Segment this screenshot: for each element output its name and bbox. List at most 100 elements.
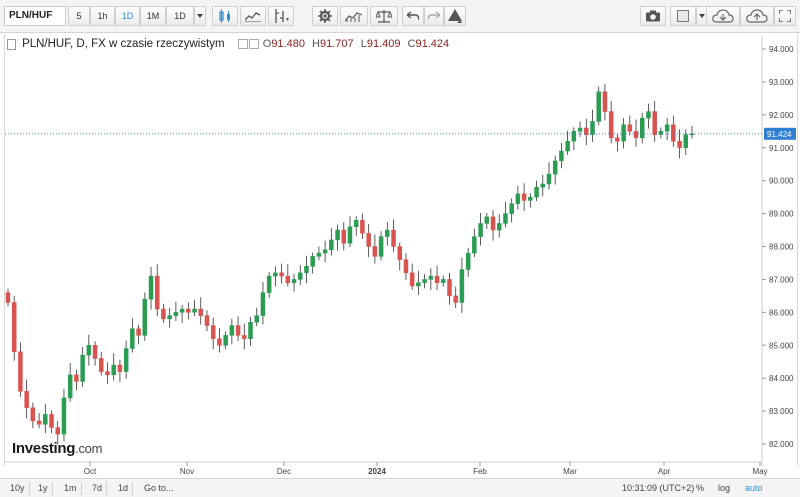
percent-toggle[interactable]: %	[696, 482, 704, 495]
candle-body	[198, 308, 204, 316]
candle-body	[310, 256, 315, 267]
candle-body	[30, 407, 36, 422]
candle-body	[111, 364, 116, 376]
candle-body	[80, 354, 85, 382]
clock-readout: 10:31:09 (UTC+2)	[622, 483, 695, 493]
candle-body	[254, 315, 259, 323]
x-tick-label: 2024	[368, 467, 386, 476]
candle-body	[248, 321, 253, 339]
high-value: 91.707	[319, 38, 354, 50]
candle-body	[633, 131, 639, 139]
candle-body	[117, 364, 123, 372]
candle-body	[61, 397, 67, 435]
candle-body	[565, 140, 570, 152]
open-value: 91.480	[271, 38, 305, 50]
legend-settings-icon[interactable]	[237, 38, 260, 50]
collapse-legend-icon[interactable]	[7, 38, 16, 50]
candle-body	[478, 223, 483, 237]
candle-body	[266, 275, 272, 293]
logo-domain: .com	[75, 441, 103, 456]
candle-body	[154, 275, 160, 310]
x-tick-label: Feb	[473, 467, 487, 476]
y-tick-label: 82.000	[769, 440, 794, 449]
x-tick-label: Nov	[180, 467, 194, 476]
candle-body	[577, 127, 583, 132]
candle-body	[416, 282, 421, 287]
candle-body	[652, 111, 657, 135]
candle-body	[503, 213, 508, 224]
candle-body	[273, 272, 278, 277]
candle-body	[335, 229, 340, 241]
candle-body	[92, 345, 98, 359]
candle-body	[99, 358, 104, 372]
candle-body	[161, 308, 166, 320]
candle-body	[385, 229, 390, 237]
candle-body	[459, 269, 465, 303]
candle-body	[217, 338, 222, 346]
candle-body	[242, 335, 247, 339]
candle-body	[496, 223, 502, 231]
candle-body	[434, 275, 440, 283]
candle-body	[43, 414, 48, 425]
candle-body	[11, 302, 17, 353]
auto-toggle[interactable]: auto	[745, 482, 763, 495]
candle-body	[86, 345, 92, 356]
y-tick-label: 91.000	[769, 144, 794, 153]
candle-body	[353, 219, 359, 228]
candle-body	[534, 187, 539, 198]
candle-body	[683, 134, 689, 148]
candle-body	[447, 279, 452, 297]
log-toggle[interactable]: log	[718, 482, 730, 495]
candle-body	[322, 249, 328, 254]
candle-body	[285, 275, 291, 283]
candle-body	[347, 226, 353, 244]
candle-body	[484, 216, 490, 224]
y-tick-label: 84.000	[769, 374, 794, 383]
candle-body	[677, 140, 682, 149]
x-tick-label: Oct	[84, 467, 97, 476]
last-price-label: 91.424	[767, 130, 792, 139]
x-tick-label: May	[752, 467, 767, 476]
range-1d-button[interactable]: 1d	[114, 482, 134, 495]
candle-body	[596, 91, 601, 122]
candle-body	[515, 193, 521, 204]
range-1m-button[interactable]: 1m	[60, 482, 82, 495]
range-7d-button[interactable]: 7d	[88, 482, 108, 495]
candle-body	[18, 351, 23, 392]
candle-body	[298, 272, 303, 280]
candle-body	[664, 124, 670, 132]
range-10y-button[interactable]: 10y	[6, 482, 30, 495]
candle-body	[341, 229, 347, 244]
legend-title: PLN/HUF, D, FX w czasie rzeczywistym	[22, 38, 225, 50]
candle-body	[540, 183, 546, 188]
logo-brand: Investing	[12, 440, 76, 457]
go-to-button[interactable]: Go to...	[140, 482, 178, 495]
close-value: 91.424	[415, 38, 450, 50]
price-chart[interactable]: 82.000 83.000 84.000 85.000 86.000 87.000 88.0…	[0, 0, 800, 497]
x-tick-label: Apr	[658, 467, 671, 476]
candle-body	[472, 236, 477, 254]
candle-body	[646, 111, 651, 119]
close-label: C	[407, 38, 416, 50]
candle-body	[49, 414, 54, 428]
y-tick-label: 89.000	[769, 210, 794, 219]
y-tick-label: 90.000	[769, 177, 794, 186]
candle-body	[223, 335, 228, 346]
candle-body	[640, 117, 645, 139]
candle-body	[210, 325, 216, 339]
chart-legend: PLN/HUF, D, FX w czasie rzeczywistym O91…	[7, 38, 449, 50]
candle-body	[142, 298, 148, 336]
candle-body	[621, 124, 626, 142]
candle-body	[571, 131, 577, 142]
candle-body	[671, 124, 676, 142]
candle-body	[490, 216, 496, 231]
y-tick-label: 87.000	[769, 275, 794, 284]
x-tick-label: Dec	[277, 467, 291, 476]
candle-body	[291, 279, 297, 283]
candle-body	[409, 272, 415, 287]
candle-body	[590, 121, 595, 135]
range-1y-button[interactable]: 1y	[34, 482, 53, 495]
candle-body	[546, 173, 552, 185]
candle-body	[67, 374, 73, 399]
investing-logo: Investing.com	[12, 440, 102, 457]
